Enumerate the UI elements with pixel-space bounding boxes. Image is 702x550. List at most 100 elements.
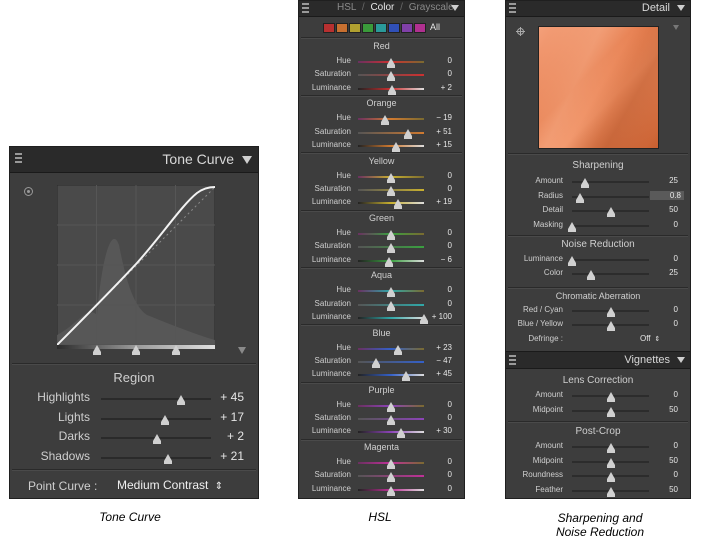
slider-value[interactable]: + 19 bbox=[436, 197, 452, 206]
slider-value[interactable]: 0 bbox=[448, 299, 452, 308]
crosshair-icon[interactable] bbox=[516, 27, 525, 36]
slider-track[interactable] bbox=[358, 144, 424, 147]
split-point-midtones-handle[interactable] bbox=[132, 345, 140, 355]
slider-track[interactable] bbox=[572, 224, 649, 227]
slider-thumb[interactable] bbox=[387, 401, 395, 412]
slider-thumb[interactable] bbox=[568, 221, 576, 232]
slider-thumb[interactable] bbox=[394, 344, 403, 355]
slider-value[interactable]: 0 bbox=[448, 470, 452, 479]
slider-thumb[interactable] bbox=[387, 243, 395, 254]
slider-thumb[interactable] bbox=[606, 207, 615, 217]
slider-value[interactable]: + 15 bbox=[436, 140, 452, 149]
defringe-select[interactable]: Off ⇕ bbox=[640, 334, 660, 343]
slider-track[interactable] bbox=[358, 316, 424, 319]
slider-thumb[interactable] bbox=[387, 185, 395, 196]
collapse-triangle-icon[interactable] bbox=[242, 156, 252, 164]
slider-value[interactable]: − 19 bbox=[436, 113, 452, 122]
slider-value[interactable]: 0 bbox=[674, 254, 678, 263]
slider-thumb[interactable] bbox=[381, 115, 390, 126]
slider-thumb[interactable] bbox=[606, 321, 615, 331]
collapse-triangle-icon[interactable] bbox=[677, 357, 685, 363]
slider-value[interactable]: 0 bbox=[448, 285, 452, 294]
slider-thumb[interactable] bbox=[575, 192, 584, 203]
slider-track[interactable] bbox=[101, 398, 211, 400]
slider-thumb[interactable] bbox=[387, 415, 395, 426]
slider-value[interactable]: 50 bbox=[669, 485, 678, 494]
slider-track[interactable] bbox=[572, 259, 649, 261]
slider-value[interactable]: 0 bbox=[448, 484, 452, 493]
slider-track[interactable] bbox=[358, 360, 424, 363]
slider-thumb[interactable] bbox=[161, 415, 170, 425]
collapse-triangle-icon[interactable] bbox=[451, 5, 459, 11]
slider-value[interactable]: 0 bbox=[674, 319, 678, 328]
slider-thumb[interactable] bbox=[606, 486, 615, 497]
slider-value[interactable]: 50 bbox=[669, 205, 678, 214]
slider-value[interactable]: + 2 bbox=[227, 429, 244, 443]
collapse-triangle-icon[interactable] bbox=[677, 5, 685, 11]
slider-value[interactable]: 50 bbox=[669, 456, 678, 465]
color-swatch[interactable] bbox=[323, 23, 335, 33]
panel-grip-icon[interactable] bbox=[15, 153, 22, 164]
target-adjust-icon[interactable] bbox=[24, 187, 33, 196]
slider-thumb[interactable] bbox=[153, 434, 162, 444]
slider-thumb[interactable] bbox=[387, 71, 395, 82]
split-point-highlights-handle[interactable] bbox=[172, 345, 180, 355]
slider-track[interactable] bbox=[101, 457, 211, 459]
slider-track[interactable] bbox=[358, 347, 424, 350]
slider-thumb[interactable] bbox=[387, 287, 395, 298]
slider-thumb[interactable] bbox=[387, 58, 395, 68]
slider-value[interactable]: 0 bbox=[448, 171, 452, 180]
slider-value[interactable]: + 45 bbox=[220, 390, 244, 404]
slider-thumb[interactable] bbox=[393, 199, 402, 210]
slider-value[interactable]: 0 bbox=[674, 470, 678, 479]
slider-thumb[interactable] bbox=[606, 457, 615, 468]
panel-grip-icon[interactable] bbox=[509, 355, 516, 366]
slider-value[interactable]: 0 bbox=[448, 69, 452, 78]
slider-value[interactable]: − 6 bbox=[441, 255, 452, 264]
color-swatch[interactable] bbox=[388, 23, 400, 33]
slider-value[interactable]: + 23 bbox=[436, 343, 452, 352]
slider-value[interactable]: + 21 bbox=[220, 449, 244, 463]
panel-grip-icon[interactable] bbox=[509, 3, 516, 14]
color-swatch[interactable] bbox=[336, 23, 348, 33]
slider-thumb[interactable] bbox=[392, 141, 401, 152]
slider-thumb[interactable] bbox=[387, 472, 395, 483]
slider-value[interactable]: + 2 bbox=[441, 83, 452, 92]
panel-grip-icon[interactable] bbox=[302, 3, 309, 14]
slider-value[interactable]: + 45 bbox=[436, 369, 452, 378]
slider-track[interactable] bbox=[101, 418, 211, 420]
slider-thumb[interactable] bbox=[387, 300, 395, 311]
slider-value[interactable]: 0 bbox=[448, 228, 452, 237]
slider-thumb[interactable] bbox=[401, 371, 410, 382]
slider-thumb[interactable] bbox=[387, 229, 395, 240]
slider-value[interactable]: + 17 bbox=[220, 410, 244, 424]
slider-thumb[interactable] bbox=[387, 459, 395, 470]
slider-track[interactable] bbox=[572, 273, 649, 275]
slider-thumb[interactable] bbox=[371, 357, 380, 368]
tone-curve-graph[interactable] bbox=[57, 185, 215, 345]
slider-value[interactable]: 0 bbox=[448, 241, 452, 250]
slider-thumb[interactable] bbox=[420, 313, 428, 324]
slider-value[interactable]: + 51 bbox=[436, 127, 452, 136]
slider-value[interactable]: − 47 bbox=[436, 356, 452, 365]
slider-thumb[interactable] bbox=[606, 307, 615, 317]
color-swatch[interactable] bbox=[401, 23, 413, 33]
slider-thumb[interactable] bbox=[581, 178, 590, 188]
curve-dropdown-triangle-icon[interactable] bbox=[238, 347, 246, 354]
slider-track[interactable] bbox=[358, 118, 424, 121]
detail-preview-image[interactable] bbox=[538, 26, 659, 149]
tab-grayscale[interactable]: Grayscale bbox=[409, 2, 454, 13]
tone-curve-header[interactable]: Tone Curve bbox=[10, 147, 258, 173]
all-colors-button[interactable]: All bbox=[430, 22, 440, 32]
slider-value[interactable]: + 100 bbox=[432, 312, 452, 321]
color-swatch[interactable] bbox=[362, 23, 374, 33]
slider-thumb[interactable] bbox=[387, 172, 395, 183]
slider-thumb[interactable] bbox=[403, 128, 412, 139]
slider-thumb[interactable] bbox=[606, 392, 615, 402]
slider-value[interactable]: 0 bbox=[448, 184, 452, 193]
slider-thumb[interactable] bbox=[606, 406, 615, 417]
slider-thumb[interactable] bbox=[176, 395, 185, 405]
slider-value[interactable]: 0.8 bbox=[650, 190, 684, 200]
slider-thumb[interactable] bbox=[396, 428, 405, 439]
preview-dropdown-triangle-icon[interactable] bbox=[673, 25, 679, 30]
